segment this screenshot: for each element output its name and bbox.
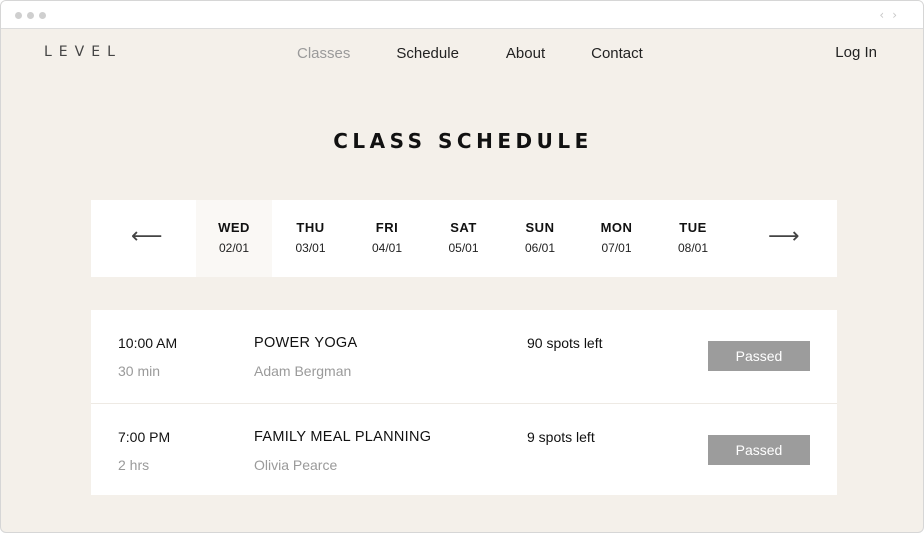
window-dot[interactable] [39, 12, 46, 19]
window-dot[interactable] [27, 12, 34, 19]
passed-button[interactable]: Passed [708, 341, 810, 371]
class-instructor: Adam Bergman [254, 363, 352, 379]
class-name: FAMILY MEAL PLANNING [254, 429, 432, 445]
day-name: FRI [375, 220, 399, 235]
week-selector: ⟵ WED 02/01 THU 03/01 FRI 04/01 SAT 05/01 SUN 06/… [91, 200, 837, 277]
day-date: 07/01 [601, 241, 632, 255]
nav-item-schedule[interactable]: Schedule [396, 45, 459, 62]
day-tab-fri[interactable]: FRI 04/01 [349, 200, 425, 277]
site-header: LEVEL Classes Schedule About Contact Log… [1, 29, 923, 79]
class-spots: 9 spots left [527, 429, 595, 445]
class-spots: 90 spots left [527, 335, 603, 351]
class-duration: 2 hrs [118, 457, 150, 473]
browser-nav-arrows: ‹ › [879, 8, 897, 22]
day-date: 05/01 [448, 241, 479, 255]
login-link[interactable]: Log In [835, 44, 877, 61]
main-nav: Classes Schedule About Contact [297, 45, 643, 62]
class-row: 10:00 AM 30 min POWER YOGA Adam Bergman … [91, 310, 837, 403]
site-logo[interactable]: LEVEL [44, 44, 122, 60]
browser-window: ‹ › LEVEL Classes Schedule About Contact… [0, 0, 924, 533]
day-name: TUE [679, 220, 707, 235]
class-instructor: Olivia Pearce [254, 457, 338, 473]
window-dot[interactable] [15, 12, 22, 19]
chevron-right-icon[interactable]: › [892, 8, 897, 22]
day-name: WED [218, 220, 250, 235]
day-date: 02/01 [218, 241, 250, 255]
day-date: 03/01 [295, 241, 326, 255]
day-name: THU [296, 220, 325, 235]
nav-item-contact[interactable]: Contact [591, 45, 643, 62]
class-duration: 30 min [118, 363, 161, 379]
day-tab-thu[interactable]: THU 03/01 [273, 200, 349, 277]
day-tab-mon[interactable]: MON 07/01 [579, 200, 655, 277]
day-tab-sun[interactable]: SUN 06/01 [502, 200, 578, 277]
day-name: MON [600, 220, 633, 235]
class-row: 7:00 PM 2 hrs FAMILY MEAL PLANNING Olivi… [91, 403, 837, 495]
class-time: 10:00 AM [118, 335, 178, 351]
class-list: 10:00 AM 30 min POWER YOGA Adam Bergman … [91, 310, 837, 495]
day-date: 06/01 [524, 241, 556, 255]
day-tab-wed[interactable]: WED 02/01 [196, 200, 272, 277]
chevron-left-icon[interactable]: ‹ [879, 8, 884, 22]
page-title: CLASS SCHEDULE [333, 129, 593, 153]
day-date: 08/01 [677, 241, 709, 255]
nav-item-about[interactable]: About [506, 45, 545, 62]
day-name: SAT [450, 220, 477, 235]
day-date: 04/01 [371, 241, 403, 255]
class-name: POWER YOGA [254, 335, 358, 351]
nav-item-classes[interactable]: Classes [297, 45, 350, 62]
window-controls [15, 12, 46, 19]
class-time: 7:00 PM [118, 429, 171, 445]
arrow-right-icon[interactable]: ⟶ [768, 224, 800, 249]
day-name: SUN [525, 220, 555, 235]
day-tab-tue[interactable]: TUE 08/01 [655, 200, 731, 277]
arrow-left-icon[interactable]: ⟵ [131, 224, 163, 249]
browser-chrome: ‹ › [1, 1, 923, 29]
day-tab-sat[interactable]: SAT 05/01 [426, 200, 502, 277]
passed-button[interactable]: Passed [708, 435, 810, 465]
